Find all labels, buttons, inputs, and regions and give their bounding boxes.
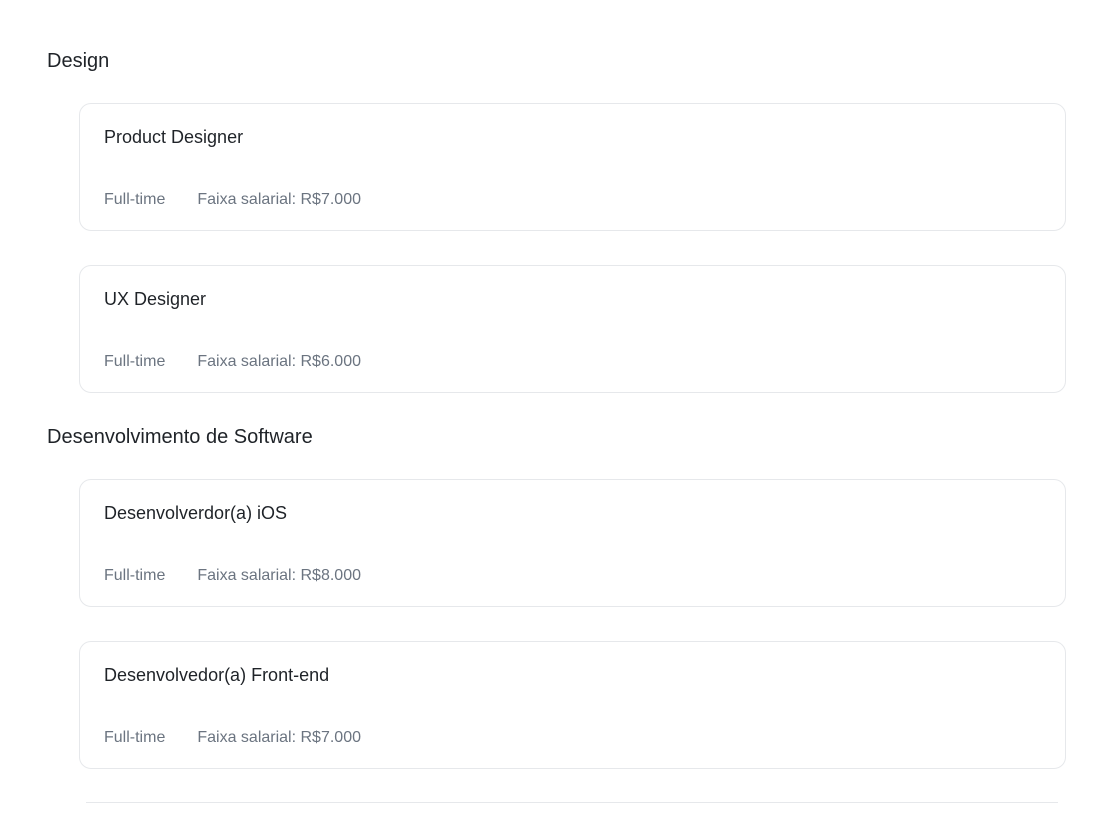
job-title: UX Designer: [104, 289, 207, 309]
job-salary: Faixa salarial: R$8.000: [197, 567, 361, 584]
job-meta: Full-time Faixa salarial: R$6.000: [104, 352, 361, 372]
job-salary: Faixa salarial: R$6.000: [197, 353, 361, 370]
job-card-ux-designer[interactable]: UX Designer Full-time Faixa salarial: R$…: [79, 265, 1066, 393]
job-meta: Full-time Faixa salarial: R$7.000: [104, 728, 361, 748]
job-title: Product Designer: [104, 127, 244, 147]
job-card-partial[interactable]: [86, 802, 1058, 813]
section-title-software-development: Desenvolvimento de Software: [47, 426, 313, 448]
job-card-front-end-developer[interactable]: Desenvolvedor(a) Front-end Full-time Fai…: [79, 641, 1066, 769]
job-type: Full-time: [104, 729, 166, 746]
job-type: Full-time: [104, 567, 166, 584]
job-title: Desenvolverdor(a) iOS: [104, 503, 288, 523]
job-type: Full-time: [104, 353, 166, 370]
job-meta: Full-time Faixa salarial: R$7.000: [104, 190, 361, 210]
section-title-design: Design: [47, 50, 110, 72]
job-listings-page: Design Product Designer Full-time Faixa …: [0, 0, 1093, 805]
job-salary: Faixa salarial: R$7.000: [197, 729, 361, 746]
job-card-ios-developer[interactable]: Desenvolverdor(a) iOS Full-time Faixa sa…: [79, 479, 1066, 607]
job-salary: Faixa salarial: R$7.000: [197, 191, 361, 208]
job-title: Desenvolvedor(a) Front-end: [104, 665, 330, 685]
job-type: Full-time: [104, 191, 166, 208]
job-meta: Full-time Faixa salarial: R$8.000: [104, 566, 361, 586]
job-card-product-designer[interactable]: Product Designer Full-time Faixa salaria…: [79, 103, 1066, 231]
